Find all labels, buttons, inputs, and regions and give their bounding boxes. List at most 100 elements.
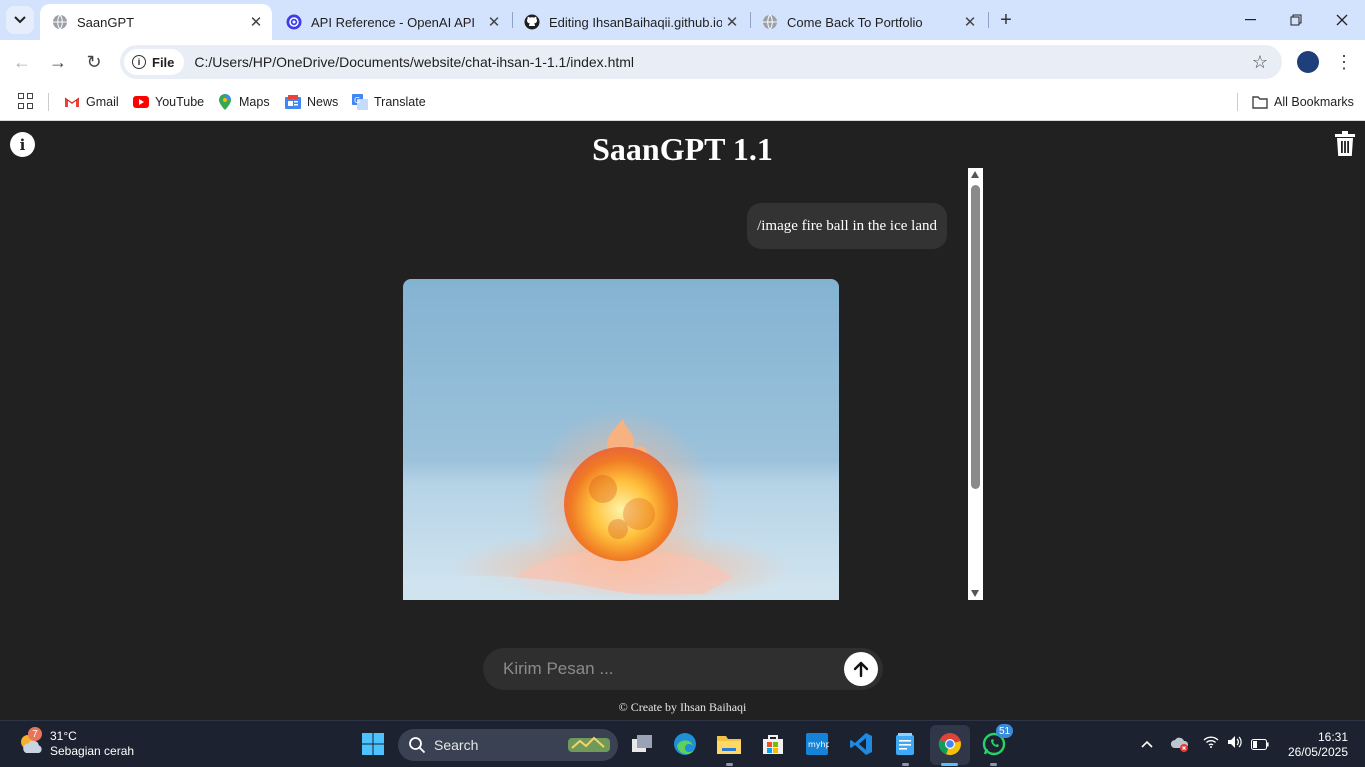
cloud-error-icon <box>1170 737 1189 752</box>
minimize-button[interactable] <box>1227 0 1273 40</box>
weather-desc: Sebagian cerah <box>50 744 135 758</box>
all-bookmarks-button[interactable]: All Bookmarks <box>1252 92 1354 112</box>
search-label: Search <box>434 737 479 753</box>
windows-taskbar: 7 31°C Sebagian cerah Search myhp 51 16:… <box>0 720 1365 767</box>
weather-temp: 31°C <box>50 729 77 743</box>
taskbar-myhp[interactable]: myhp <box>803 730 831 758</box>
running-indicator <box>726 763 733 766</box>
scroll-down-arrow-icon[interactable] <box>971 590 979 597</box>
task-view-button[interactable] <box>628 730 656 758</box>
arrow-left-icon: ← <box>13 51 31 72</box>
store-icon <box>763 735 783 754</box>
bookmark-translate[interactable]: G Translate <box>352 92 426 112</box>
arrow-right-icon: → <box>49 51 67 72</box>
active-indicator <box>941 763 958 766</box>
message-composer <box>483 648 883 690</box>
tab-portfolio[interactable]: Come Back To Portfolio ✕ <box>750 4 986 40</box>
site-info-chip[interactable]: i File <box>124 49 185 75</box>
close-tab-icon[interactable]: ✕ <box>960 12 980 32</box>
folder-icon <box>1252 94 1268 110</box>
vscode-icon <box>850 733 872 755</box>
bookmark-divider <box>1237 93 1238 111</box>
chrome-icon <box>938 733 961 756</box>
taskbar-whatsapp[interactable]: 51 <box>980 724 1014 758</box>
bookmark-label: Maps <box>239 95 270 109</box>
taskbar-file-explorer[interactable] <box>715 730 743 758</box>
minimize-icon <box>1244 19 1256 21</box>
close-tab-icon[interactable]: ✕ <box>246 12 266 32</box>
scroll-up-arrow-icon[interactable] <box>971 171 979 178</box>
partly-sunny-icon: 7 <box>18 727 44 757</box>
apps-grid-icon[interactable] <box>18 93 34 109</box>
restore-button[interactable] <box>1273 0 1319 40</box>
browser-menu-button[interactable]: ⋮ <box>1334 48 1354 76</box>
taskbar-edge[interactable] <box>671 730 699 758</box>
back-button[interactable]: ← <box>8 48 36 76</box>
footer-credit: © Create by Ihsan Baihaqi <box>618 700 747 714</box>
youtube-icon <box>133 94 149 110</box>
show-hidden-icons-button[interactable] <box>1141 735 1153 751</box>
url-text[interactable]: C:/Users/HP/OneDrive/Documents/website/c… <box>194 54 634 70</box>
bookmark-youtube[interactable]: YouTube <box>133 92 204 112</box>
restore-icon <box>1290 14 1302 26</box>
close-tab-icon[interactable]: ✕ <box>484 12 504 32</box>
message-input[interactable] <box>503 648 823 690</box>
profile-avatar[interactable] <box>1297 51 1319 73</box>
send-button[interactable] <box>844 652 878 686</box>
chat-history[interactable]: /image fire ball in the ice land <box>383 168 983 600</box>
forward-button[interactable]: → <box>44 48 72 76</box>
tab-title: Come Back To Portfolio <box>787 14 923 30</box>
windows-logo-icon <box>362 733 384 755</box>
wifi-status[interactable] <box>1203 735 1219 751</box>
close-window-button[interactable] <box>1319 0 1365 40</box>
globe-icon <box>762 14 778 30</box>
plus-icon: + <box>1000 8 1012 31</box>
bookmark-news[interactable]: News <box>285 92 338 112</box>
arrow-up-icon <box>853 661 869 678</box>
scrollbar-thumb[interactable] <box>971 185 980 489</box>
chat-scrollbar[interactable] <box>968 168 983 600</box>
volume-status[interactable] <box>1227 735 1243 752</box>
new-tab-button[interactable]: + <box>994 8 1018 32</box>
taskbar-notepad[interactable] <box>891 730 919 758</box>
page-title: SaanGPT 1.1 <box>592 131 773 167</box>
tab-openai-api[interactable]: API Reference - OpenAI API ✕ <box>274 4 510 40</box>
reload-button[interactable]: ↻ <box>80 48 108 76</box>
close-icon <box>1336 14 1348 26</box>
weather-widget[interactable]: 7 31°C Sebagian cerah <box>18 727 135 759</box>
search-icon <box>409 737 426 754</box>
bookmark-maps[interactable]: Maps <box>217 92 270 112</box>
clock-date: 26/05/2025 <box>1287 745 1348 759</box>
scheme-label: File <box>152 54 175 70</box>
bookmark-divider <box>48 93 49 111</box>
taskbar-store[interactable] <box>759 730 787 758</box>
globe-icon <box>52 14 68 30</box>
onedrive-status[interactable] <box>1170 736 1190 755</box>
taskbar-vscode[interactable] <box>847 730 875 758</box>
taskbar-chrome[interactable] <box>936 730 964 758</box>
generated-image[interactable] <box>403 279 839 600</box>
clock-time: 16:31 <box>1317 730 1348 744</box>
notepad-icon <box>896 733 914 755</box>
address-bar[interactable]: i File C:/Users/HP/OneDrive/Documents/we… <box>120 45 1282 79</box>
bookmark-label: Gmail <box>86 95 119 109</box>
close-tab-icon[interactable]: ✕ <box>722 12 742 32</box>
tab-search-button[interactable] <box>6 6 34 34</box>
start-button[interactable] <box>359 730 387 758</box>
weather-badge: 7 <box>28 727 42 741</box>
chevron-up-icon <box>1141 740 1153 748</box>
bookmark-star-icon[interactable]: ☆ <box>1252 52 1268 73</box>
whatsapp-badge: 51 <box>996 724 1014 738</box>
folder-icon <box>717 736 741 754</box>
translate-icon: G <box>352 94 368 110</box>
system-clock[interactable]: 16:31 26/05/2025 <box>1288 730 1348 760</box>
tab-github-editing[interactable]: Editing IhsanBaihaqii.github.io/ ✕ <box>512 4 748 40</box>
maps-icon <box>217 94 233 110</box>
battery-status[interactable] <box>1251 737 1269 753</box>
tab-title: API Reference - OpenAI API <box>311 14 476 30</box>
tab-saangpt[interactable]: SaanGPT ✕ <box>40 4 272 40</box>
bookmark-gmail[interactable]: Gmail <box>64 92 119 112</box>
tab-title: Editing IhsanBaihaqii.github.io/ <box>549 14 722 30</box>
svg-text:myhp: myhp <box>808 740 829 749</box>
taskbar-search[interactable]: Search <box>398 729 618 761</box>
